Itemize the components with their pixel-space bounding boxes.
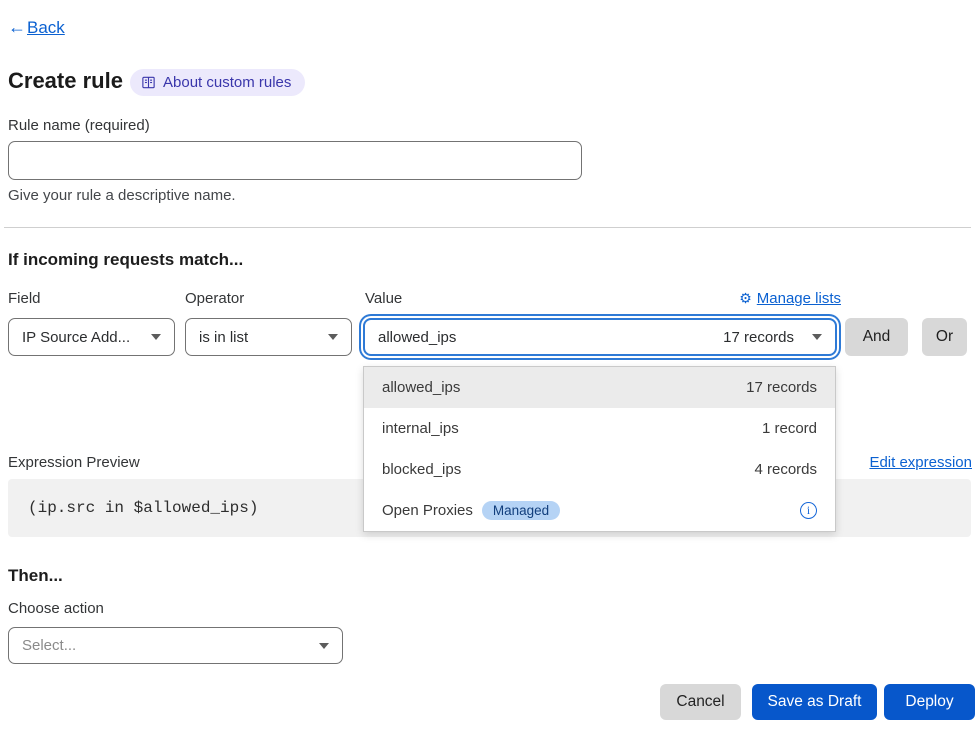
page-title: Create rule — [8, 68, 123, 94]
list-option-name: allowed_ips — [382, 379, 460, 396]
value-dropdown-menu: allowed_ips 17 records internal_ips 1 re… — [363, 366, 836, 532]
and-button[interactable]: And — [845, 318, 908, 356]
value-label: Value — [365, 290, 402, 307]
gear-icon: ⚙ — [739, 290, 752, 307]
list-option-count: 4 records — [754, 461, 817, 478]
action-select[interactable]: Select... — [8, 627, 343, 664]
create-rule-page: ←Back Create rule About custom rules Rul… — [0, 0, 979, 739]
choose-action-label: Choose action — [8, 600, 104, 617]
field-select[interactable]: IP Source Add... — [8, 318, 175, 356]
value-select-name: allowed_ips — [378, 329, 456, 346]
operator-label: Operator — [185, 290, 244, 307]
list-option-blocked-ips[interactable]: blocked_ips 4 records — [364, 449, 835, 490]
deploy-button[interactable]: Deploy — [884, 684, 975, 720]
rule-name-label: Rule name (required) — [8, 117, 150, 134]
back-arrow-icon: ← — [8, 17, 26, 38]
save-as-draft-button[interactable]: Save as Draft — [752, 684, 877, 720]
list-option-count: 17 records — [746, 379, 817, 396]
list-option-name: internal_ips — [382, 420, 459, 437]
operator-select[interactable]: is in list — [185, 318, 352, 356]
match-section-heading: If incoming requests match... — [8, 250, 243, 270]
chevron-down-icon — [319, 643, 329, 649]
manage-lists-link[interactable]: ⚙ Manage lists — [660, 290, 841, 307]
expression-preview-label: Expression Preview — [8, 454, 140, 471]
info-icon[interactable]: i — [800, 502, 817, 519]
rule-name-input[interactable] — [8, 141, 582, 180]
edit-expression-link[interactable]: Edit expression — [820, 454, 972, 471]
or-button[interactable]: Or — [922, 318, 967, 356]
list-option-count: 1 record — [762, 420, 817, 437]
list-option-name: Open Proxies — [382, 502, 473, 519]
manage-lists-label: Manage lists — [757, 290, 841, 307]
about-custom-rules-badge[interactable]: About custom rules — [130, 69, 305, 96]
value-select[interactable]: allowed_ips 17 records — [363, 318, 837, 356]
field-label: Field — [8, 290, 41, 307]
chevron-down-icon — [151, 334, 161, 340]
rule-name-helper: Give your rule a descriptive name. — [8, 187, 236, 204]
list-option-internal-ips[interactable]: internal_ips 1 record — [364, 408, 835, 449]
list-option-name: blocked_ips — [382, 461, 461, 478]
list-option-open-proxies[interactable]: Open Proxies Managed i — [364, 490, 835, 531]
about-badge-label: About custom rules — [163, 74, 291, 91]
operator-select-value: is in list — [199, 329, 248, 346]
chevron-down-icon — [328, 334, 338, 340]
section-divider — [4, 227, 971, 228]
field-select-value: IP Source Add... — [22, 329, 130, 346]
back-link-label: Back — [27, 18, 65, 38]
cancel-button[interactable]: Cancel — [660, 684, 741, 720]
action-select-placeholder: Select... — [22, 637, 76, 654]
expression-code: (ip.src in $allowed_ips) — [28, 499, 258, 517]
chevron-down-icon — [812, 334, 822, 340]
list-option-allowed-ips[interactable]: allowed_ips 17 records — [364, 367, 835, 408]
managed-badge: Managed — [482, 501, 560, 520]
then-section-heading: Then... — [8, 566, 63, 586]
value-select-count: 17 records — [723, 329, 794, 346]
back-link[interactable]: ←Back — [8, 17, 65, 38]
book-icon — [141, 75, 156, 90]
